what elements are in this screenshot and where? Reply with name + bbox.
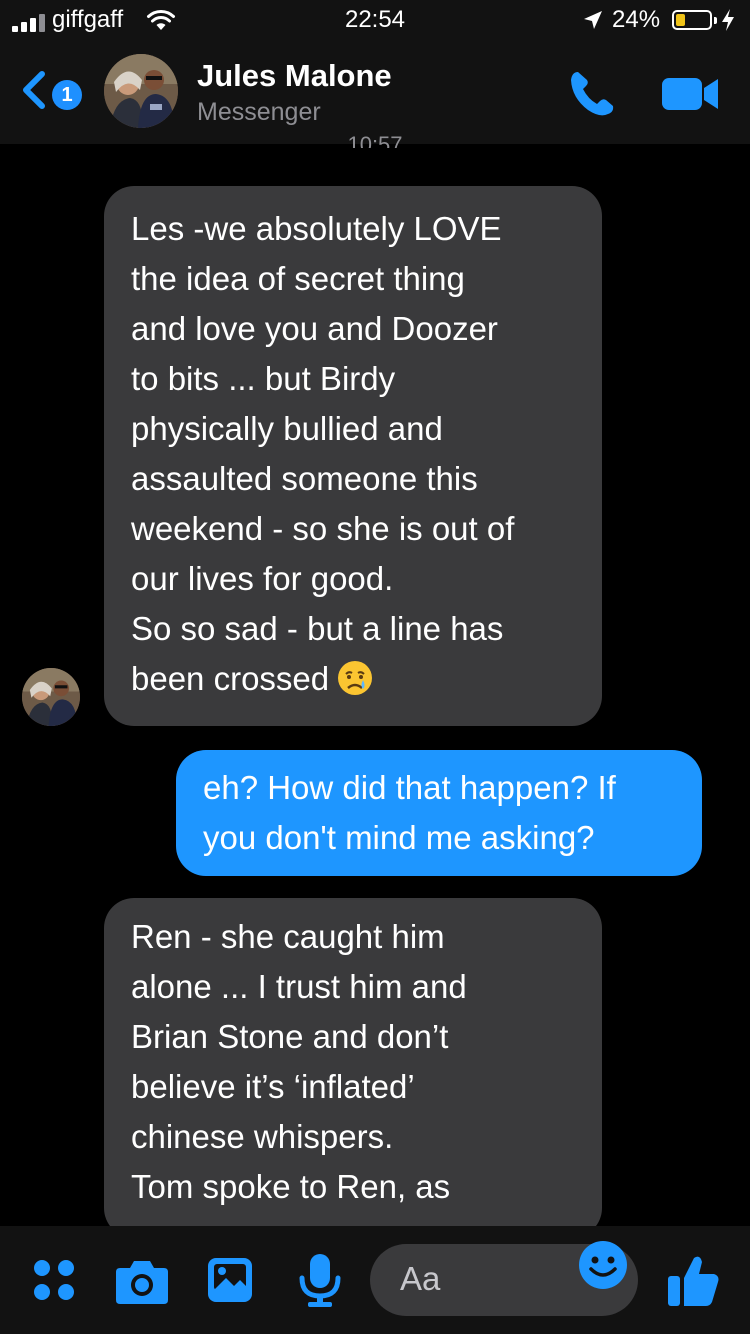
message-text: Les -we absolutely LOVE the idea of secr… — [131, 210, 515, 697]
like-icon[interactable] — [666, 1252, 720, 1308]
gallery-icon[interactable] — [206, 1256, 254, 1304]
camera-icon[interactable] — [114, 1256, 170, 1306]
message-text: eh? How did that happen? If you don't mi… — [203, 769, 616, 856]
emoji-icon[interactable] — [578, 1240, 628, 1290]
battery-percent: 24% — [612, 6, 661, 33]
message-input-placeholder: Aa — [400, 1260, 441, 1297]
contact-avatar[interactable] — [104, 54, 178, 128]
battery-icon — [672, 10, 717, 30]
crying-face-emoji-icon — [338, 661, 373, 695]
battery-fill — [676, 14, 685, 26]
contact-name[interactable]: Jules Malone — [197, 58, 392, 94]
message-composer: Aa — [0, 1226, 750, 1334]
microphone-icon[interactable] — [298, 1252, 342, 1308]
location-arrow-icon — [584, 11, 602, 29]
conversation-header: 1 Jules Malone Messenger — [0, 44, 750, 144]
message-text: Ren - she caught him alone ... I trust h… — [131, 918, 467, 1205]
back-chevron-icon[interactable] — [18, 70, 48, 110]
contact-subtitle: Messenger — [197, 98, 321, 126]
phone-call-icon[interactable] — [566, 68, 618, 120]
video-call-icon[interactable] — [660, 74, 720, 114]
outgoing-message-bubble[interactable]: eh? How did that happen? If you don't mi… — [176, 750, 702, 876]
partial-timestamp: 10:57 — [347, 132, 403, 148]
incoming-message-bubble[interactable]: Ren - she caught him alone ... I trust h… — [104, 898, 602, 1238]
apps-icon[interactable] — [30, 1256, 78, 1304]
sender-avatar[interactable] — [22, 668, 80, 726]
unread-count-badge[interactable]: 1 — [52, 80, 82, 110]
incoming-message-bubble[interactable]: Les -we absolutely LOVE the idea of secr… — [104, 186, 602, 726]
status-bar: giffgaff 22:54 24% — [0, 0, 750, 44]
charging-bolt-icon — [722, 9, 734, 31]
